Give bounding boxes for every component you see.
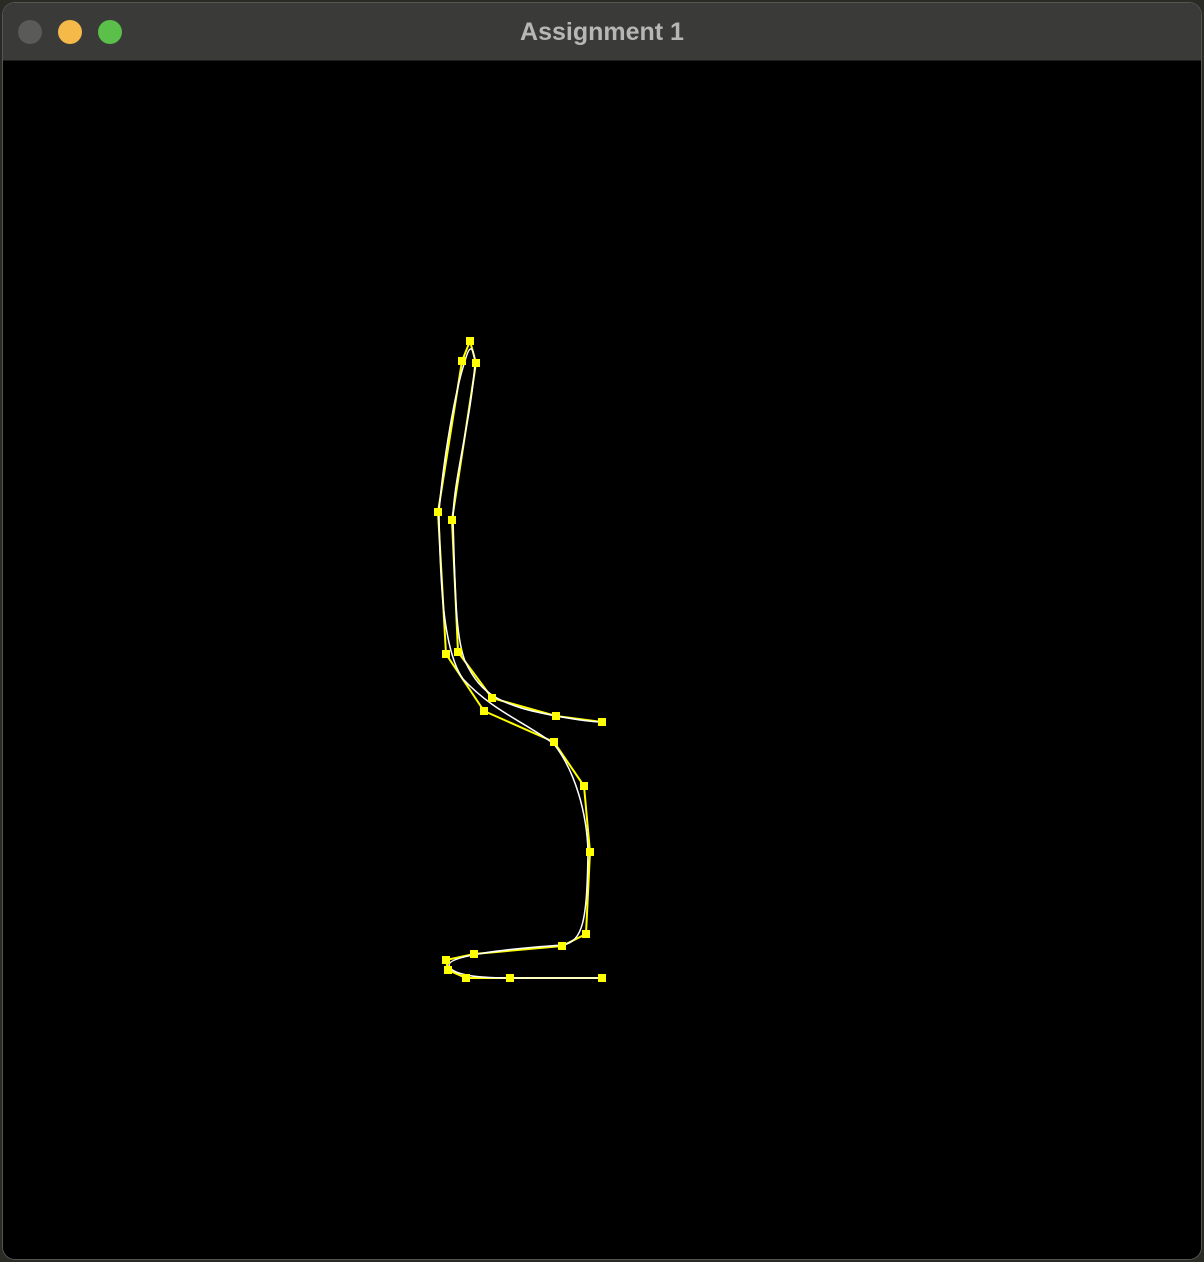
control-points [434, 337, 606, 982]
control-point[interactable] [458, 357, 466, 365]
bezier-curve [438, 348, 603, 979]
control-point[interactable] [472, 359, 480, 367]
control-point[interactable] [470, 950, 478, 958]
control-point[interactable] [442, 650, 450, 658]
app-window: Assignment 1 [3, 3, 1201, 1259]
control-point[interactable] [552, 712, 560, 720]
title-bar[interactable]: Assignment 1 [3, 3, 1201, 61]
control-polygon [436, 337, 603, 979]
control-point[interactable] [580, 782, 588, 790]
drawing-canvas[interactable] [3, 61, 1201, 1259]
control-point[interactable] [558, 942, 566, 950]
control-point[interactable] [598, 974, 606, 982]
curve-drawing [434, 337, 606, 982]
control-point[interactable] [466, 337, 474, 345]
control-point[interactable] [598, 718, 606, 726]
control-point[interactable] [444, 966, 452, 974]
control-point[interactable] [550, 738, 558, 746]
control-point[interactable] [586, 848, 594, 856]
control-point[interactable] [582, 930, 590, 938]
control-point[interactable] [506, 974, 514, 982]
control-point[interactable] [454, 648, 462, 656]
control-point[interactable] [480, 707, 488, 715]
control-point[interactable] [448, 516, 456, 524]
control-point[interactable] [442, 956, 450, 964]
control-point[interactable] [488, 694, 496, 702]
control-point[interactable] [434, 508, 442, 516]
window-title: Assignment 1 [520, 18, 684, 46]
control-point[interactable] [462, 974, 470, 982]
